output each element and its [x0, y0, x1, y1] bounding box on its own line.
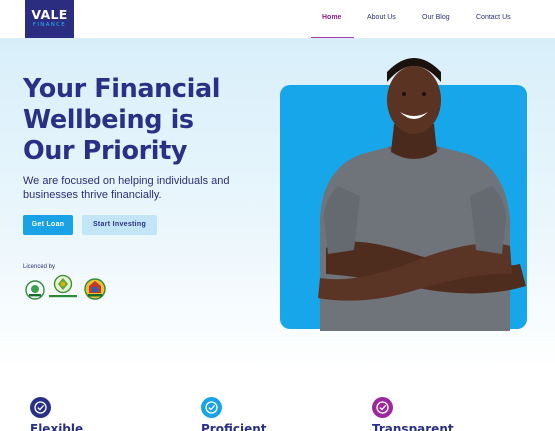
- hero-title-line: Wellbeing is: [23, 105, 194, 135]
- hero-image: [280, 50, 550, 331]
- get-loan-button[interactable]: Get Loan: [23, 215, 73, 235]
- check-circle-icon: [376, 401, 389, 414]
- pencom-seal-icon: [25, 280, 45, 300]
- feature-transparent-icon: [372, 397, 393, 418]
- licensor-logos: [23, 274, 108, 302]
- feature-proficient-title: Proficient: [201, 422, 267, 431]
- nav-about-us[interactable]: About Us: [367, 14, 396, 21]
- nav-contact-us[interactable]: Contact Us: [476, 14, 511, 21]
- smiling-man-illustration: [318, 58, 526, 331]
- check-circle-icon: [34, 401, 47, 414]
- hero-title: Your Financial Wellbeing is Our Priority: [23, 74, 273, 167]
- feature-flexible-title: Flexible: [30, 422, 84, 431]
- check-circle-icon: [205, 401, 218, 414]
- hero-subtitle: We are focused on helping individuals an…: [23, 175, 230, 201]
- feature-proficient-icon: [201, 397, 222, 418]
- start-investing-button[interactable]: Start Investing: [82, 215, 157, 235]
- cbn-seal-icon: [49, 274, 77, 298]
- nav-home[interactable]: Home: [322, 14, 341, 21]
- lagos-seal-icon: [84, 278, 106, 300]
- feature-flexible-icon: [30, 397, 51, 418]
- hero-title-line: Your Financial: [23, 74, 221, 104]
- hero-title-line: Our Priority: [23, 136, 188, 166]
- licenced-by-label: Licenced by: [23, 264, 56, 270]
- site-header: VALE FINANCE Home About Us Our Blog Cont…: [0, 0, 555, 39]
- feature-transparent-title: Transparent: [372, 422, 454, 431]
- nav-our-blog[interactable]: Our Blog: [422, 14, 450, 21]
- main-nav: Home About Us Our Blog Contact Us: [0, 0, 555, 39]
